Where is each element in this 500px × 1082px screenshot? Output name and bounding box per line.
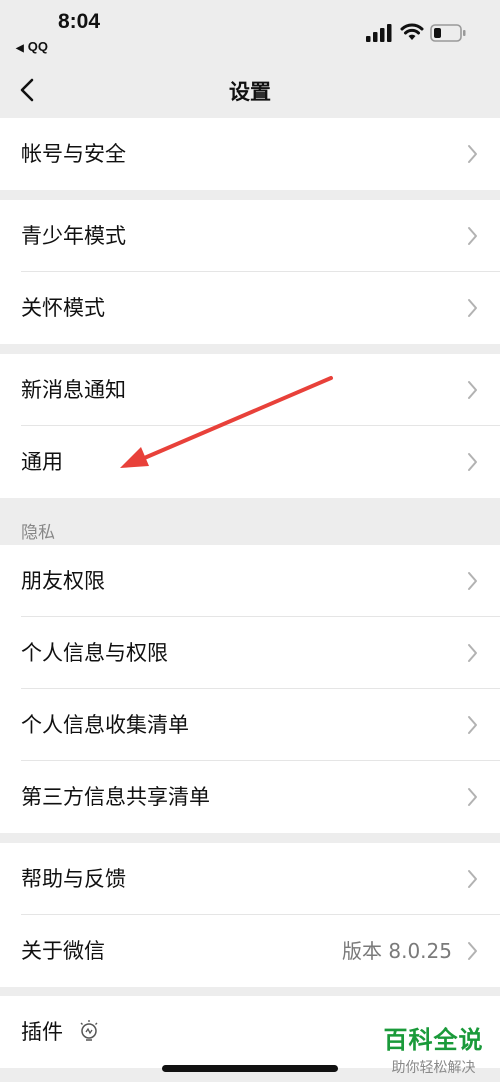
- lightbulb-icon: [80, 1020, 98, 1041]
- chevron-right-icon: [468, 299, 477, 317]
- settings-item-about-wechat[interactable]: 关于微信 版本 8.0.25: [0, 915, 500, 987]
- status-bar: 8:04 ◀ QQ: [0, 0, 500, 62]
- settings-item-label: 插件: [21, 1020, 63, 1044]
- back-app-label: QQ: [27, 39, 48, 54]
- settings-item-label: 新消息通知: [21, 378, 126, 402]
- settings-item-third-party-sharing-list[interactable]: 第三方信息共享清单: [0, 761, 500, 833]
- settings-item-general[interactable]: 通用: [0, 426, 500, 498]
- chevron-right-icon: [468, 453, 477, 471]
- watermark-sub-text: 助你轻松解决: [391, 1060, 476, 1076]
- version-value: 版本 8.0.25: [342, 939, 452, 963]
- settings-group-account: 帐号与安全: [0, 118, 500, 190]
- settings-item-label: 个人信息收集清单: [21, 713, 189, 737]
- watermark-main-text: 百科全说: [383, 1026, 484, 1054]
- settings-group-modes: 青少年模式 关怀模式: [0, 200, 500, 344]
- settings-item-label: 朋友权限: [21, 569, 105, 593]
- settings-item-personal-info-permissions[interactable]: 个人信息与权限: [0, 617, 500, 689]
- signal-icon: [366, 24, 392, 42]
- watermark-logo: 百科全说 助你轻松解决: [376, 1020, 491, 1077]
- chevron-right-icon: [468, 227, 477, 245]
- battery-icon: [430, 24, 466, 42]
- settings-item-label: 个人信息与权限: [21, 641, 168, 665]
- home-indicator[interactable]: [162, 1065, 338, 1072]
- chevron-right-icon: [468, 381, 477, 399]
- chevron-right-icon: [468, 788, 477, 806]
- section-header-privacy: 隐私: [21, 523, 55, 543]
- page-title: 设置: [229, 80, 271, 104]
- settings-item-label: 帮助与反馈: [21, 867, 126, 891]
- chevron-right-icon: [468, 145, 477, 163]
- settings-item-personal-info-collection-list[interactable]: 个人信息收集清单: [0, 689, 500, 761]
- settings-group-notifications: 新消息通知 通用: [0, 354, 500, 498]
- settings-item-label: 第三方信息共享清单: [21, 785, 210, 809]
- settings-group-privacy: 朋友权限 个人信息与权限 个人信息收集清单 第三方信息共享清单: [0, 545, 500, 833]
- settings-item-label: 关于微信: [21, 939, 105, 963]
- chevron-right-icon: [468, 644, 477, 662]
- wifi-icon: [400, 23, 424, 40]
- back-to-app-link[interactable]: ◀ QQ: [16, 39, 48, 54]
- settings-item-teen-mode[interactable]: 青少年模式: [0, 200, 500, 272]
- settings-group-help-about: 帮助与反馈 关于微信 版本 8.0.25: [0, 843, 500, 987]
- settings-item-help-feedback[interactable]: 帮助与反馈: [0, 843, 500, 915]
- chevron-right-icon: [468, 870, 477, 888]
- settings-item-friend-permissions[interactable]: 朋友权限: [0, 545, 500, 617]
- chevron-right-icon: [468, 572, 477, 590]
- settings-item-label: 通用: [21, 450, 63, 474]
- chevron-right-icon: [468, 716, 477, 734]
- triangle-left-icon: ◀: [16, 43, 24, 54]
- chevron-right-icon: [468, 942, 477, 960]
- nav-bar: 设置: [0, 62, 500, 118]
- settings-item-label: 帐号与安全: [21, 142, 126, 166]
- settings-item-label: 青少年模式: [21, 224, 126, 248]
- settings-item-new-message-notification[interactable]: 新消息通知: [0, 354, 500, 426]
- settings-item-label: 关怀模式: [21, 296, 105, 320]
- settings-item-care-mode[interactable]: 关怀模式: [0, 272, 500, 344]
- status-time: 8:04: [58, 10, 101, 33]
- settings-item-account-security[interactable]: 帐号与安全: [0, 118, 500, 190]
